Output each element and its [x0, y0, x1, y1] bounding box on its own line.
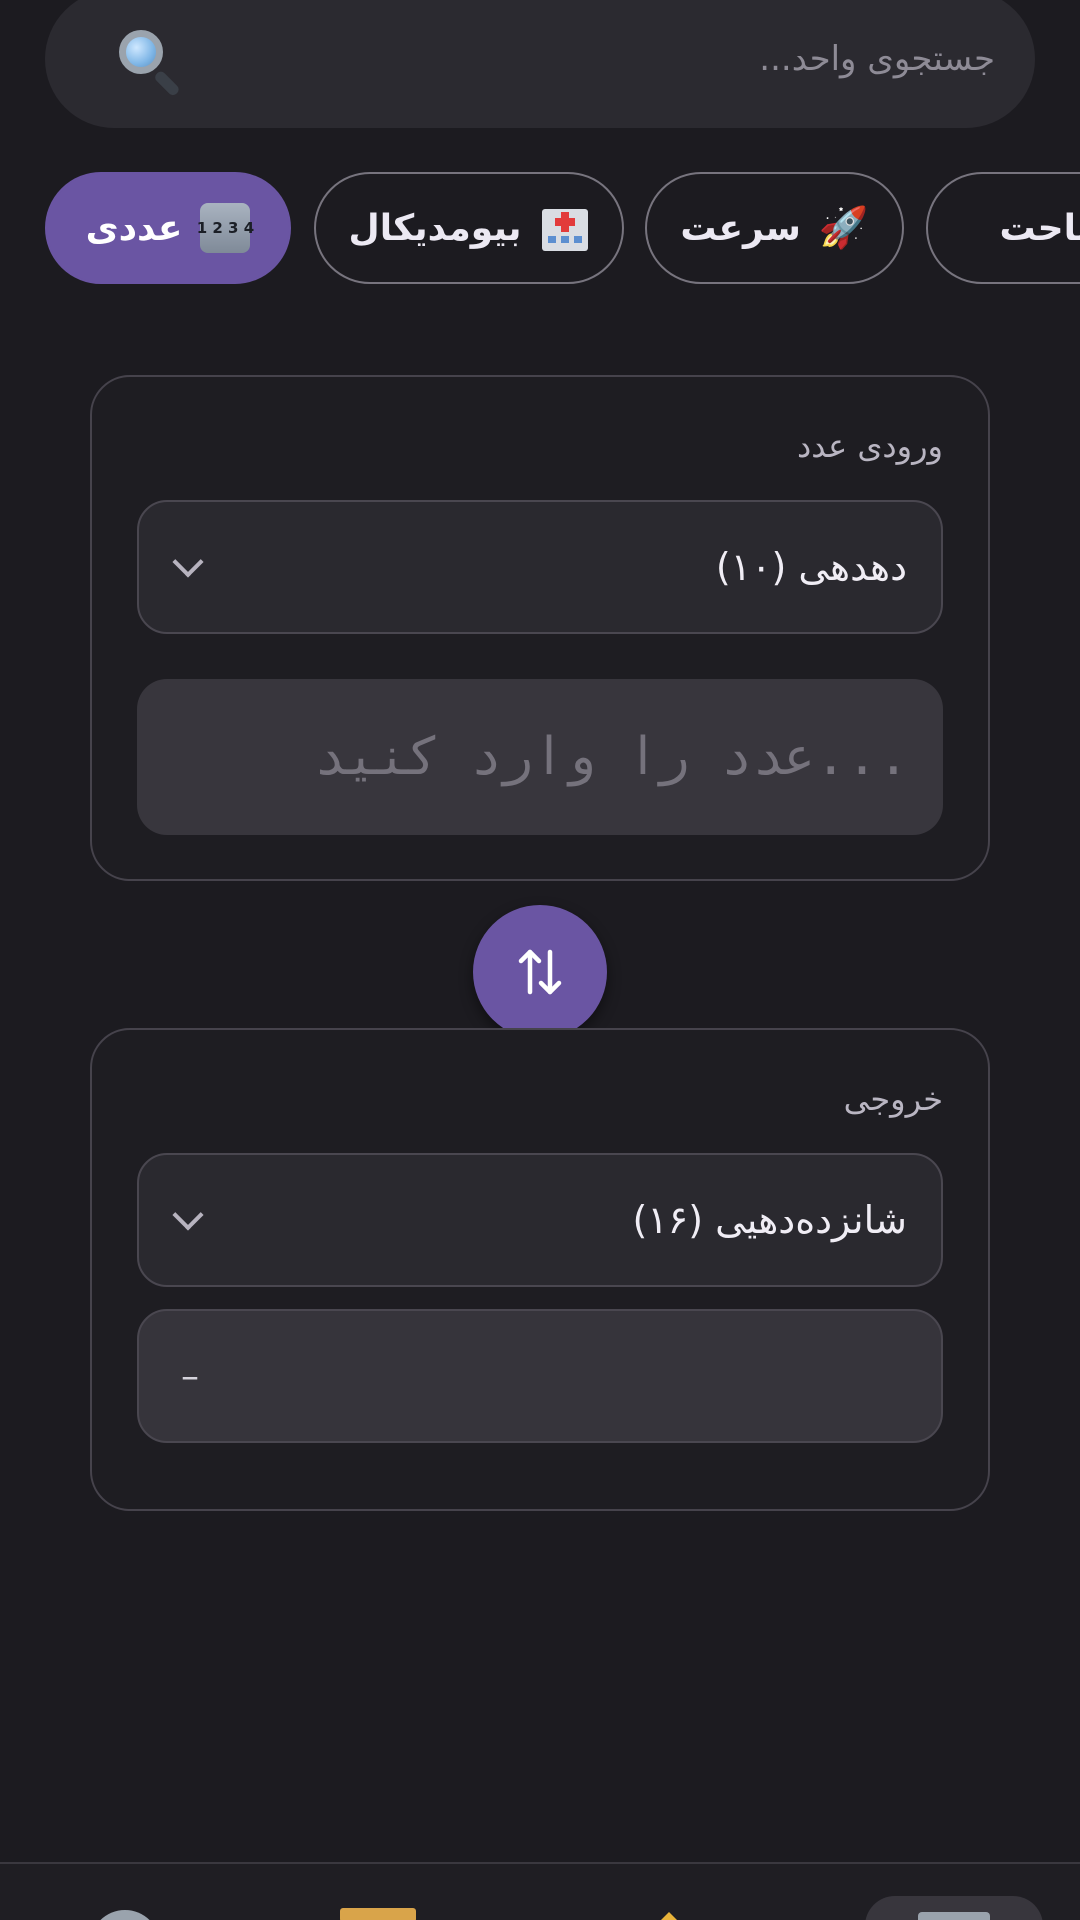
category-chips: ساحت 🚀 سرعت بیومدیکال 1 2 3 4 عددی — [0, 172, 1080, 286]
chip-label: ساحت — [999, 207, 1080, 249]
swap-vertical-icon — [518, 949, 562, 995]
output-value-text: – — [181, 1355, 199, 1397]
chip-label: بیومدیکال — [348, 207, 522, 249]
input-card-label: ورودی عدد — [797, 427, 943, 465]
input-unit-value: دهدهی (۱۰) — [715, 545, 907, 589]
bottom-navigation — [0, 1862, 1080, 1920]
chip-speed[interactable]: 🚀 سرعت — [645, 172, 904, 284]
output-unit-value: شانزده‌دهیی (۱۶) — [632, 1198, 907, 1242]
chip-label: سرعت — [680, 207, 801, 249]
input-unit-select[interactable]: دهدهی (۱۰) — [137, 500, 943, 634]
search-bar[interactable] — [45, 0, 1035, 128]
chevron-down-icon — [172, 1199, 204, 1231]
chip-label: عددی — [85, 207, 183, 249]
chevron-down-icon — [172, 546, 204, 578]
search-icon — [113, 24, 183, 98]
rocket-icon: 🚀 — [818, 205, 869, 251]
chip-numeric[interactable]: 1 2 3 4 عددی — [45, 172, 291, 284]
star-icon[interactable] — [655, 1912, 683, 1920]
chip-area[interactable]: ساحت — [926, 172, 1080, 284]
output-card-label: خروجی — [843, 1080, 943, 1118]
numbers-icon: 1 2 3 4 — [197, 203, 254, 253]
input-card: ورودی عدد دهدهی (۱۰) — [90, 375, 990, 881]
output-unit-select[interactable]: شانزده‌دهیی (۱۶) — [137, 1153, 943, 1287]
app-screen: ساحت 🚀 سرعت بیومدیکال 1 2 3 4 عددی ورودی… — [0, 0, 1080, 1920]
hospital-icon — [540, 203, 590, 253]
chip-biomedical[interactable]: بیومدیکال — [314, 172, 624, 284]
notes-icon[interactable] — [340, 1908, 416, 1920]
output-value: – — [137, 1309, 943, 1443]
search-input[interactable] — [183, 39, 995, 79]
number-input[interactable] — [137, 679, 943, 835]
swap-button[interactable] — [473, 905, 607, 1039]
converter-icon[interactable] — [918, 1912, 990, 1920]
history-icon[interactable] — [90, 1910, 160, 1920]
output-card: خروجی شانزده‌دهیی (۱۶) – — [90, 1028, 990, 1511]
